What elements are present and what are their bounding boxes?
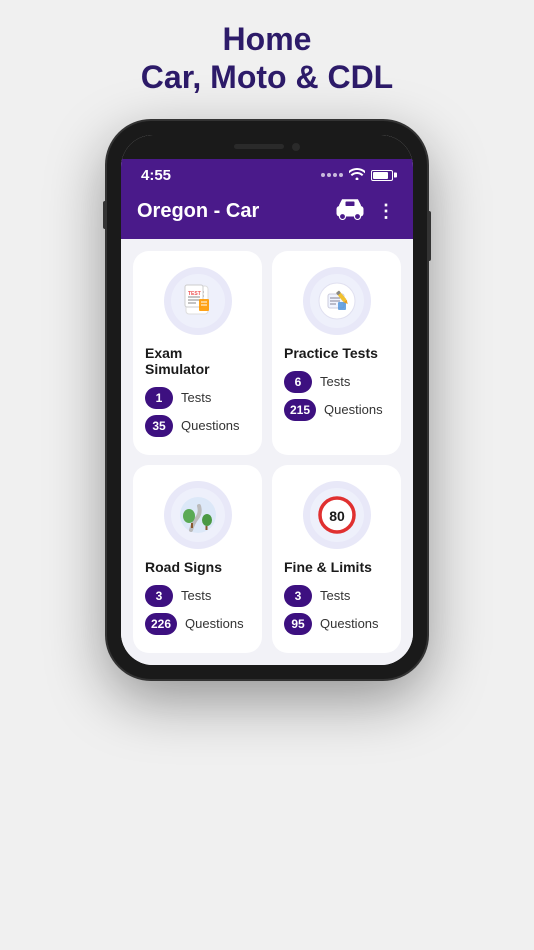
practice-tests-icon — [303, 267, 371, 335]
more-menu-icon[interactable]: ⋮ — [377, 202, 397, 220]
car-icon[interactable] — [335, 198, 365, 225]
battery-icon — [371, 170, 393, 181]
road-tests-badge: 3 — [145, 585, 173, 607]
status-icons — [321, 168, 393, 183]
practice-questions-label: Questions — [324, 402, 383, 417]
exam-simulator-title: Exam Simulator — [145, 345, 250, 377]
status-bar: 4:55 — [121, 159, 413, 190]
practice-questions-badge: 215 — [284, 399, 316, 421]
top-bar: Oregon - Car ⋮ — [121, 190, 413, 239]
practice-tests-label: Tests — [320, 374, 350, 389]
road-signs-title: Road Signs — [145, 559, 250, 575]
exam-tests-label: Tests — [181, 390, 211, 405]
practice-tests-badge: 6 — [284, 371, 312, 393]
fine-limits-icon: 80 — [303, 481, 371, 549]
phone-frame: 4:55 Oregon - Car — [107, 121, 427, 679]
fine-questions-label: Questions — [320, 616, 379, 631]
road-tests-label: Tests — [181, 588, 211, 603]
fine-questions-badge: 95 — [284, 613, 312, 635]
cards-grid: TEST Exam Simulator 1 — [133, 251, 401, 653]
app-content: TEST Exam Simulator 1 — [121, 239, 413, 665]
status-time: 4:55 — [141, 167, 171, 184]
camera-area — [121, 135, 413, 159]
exam-simulator-card[interactable]: TEST Exam Simulator 1 — [133, 251, 262, 455]
fine-limits-title: Fine & Limits — [284, 559, 389, 575]
svg-text:TEST: TEST — [188, 291, 201, 297]
road-signs-card[interactable]: Road Signs 3 Tests 226 Questions — [133, 465, 262, 653]
page-title: Home Car, Moto & CDL — [141, 20, 393, 97]
exam-questions-label: Questions — [181, 418, 240, 433]
fine-limits-card[interactable]: 80 Fine & Limits 3 Tests 95 Questions — [272, 465, 401, 653]
car-icon-svg — [335, 198, 365, 220]
road-questions-badge: 226 — [145, 613, 177, 635]
exam-tests-badge: 1 — [145, 387, 173, 409]
fine-tests-badge: 3 — [284, 585, 312, 607]
svg-text:80: 80 — [329, 508, 345, 524]
fine-tests-label: Tests — [320, 588, 350, 603]
practice-tests-card[interactable]: Practice Tests 6 Tests 215 Questions — [272, 251, 401, 455]
road-signs-icon — [164, 481, 232, 549]
app-title: Oregon - Car — [137, 200, 259, 223]
wifi-icon — [349, 168, 365, 183]
exam-simulator-icon: TEST — [164, 267, 232, 335]
exam-questions-badge: 35 — [145, 415, 173, 437]
practice-tests-title: Practice Tests — [284, 345, 389, 361]
road-questions-label: Questions — [185, 616, 244, 631]
